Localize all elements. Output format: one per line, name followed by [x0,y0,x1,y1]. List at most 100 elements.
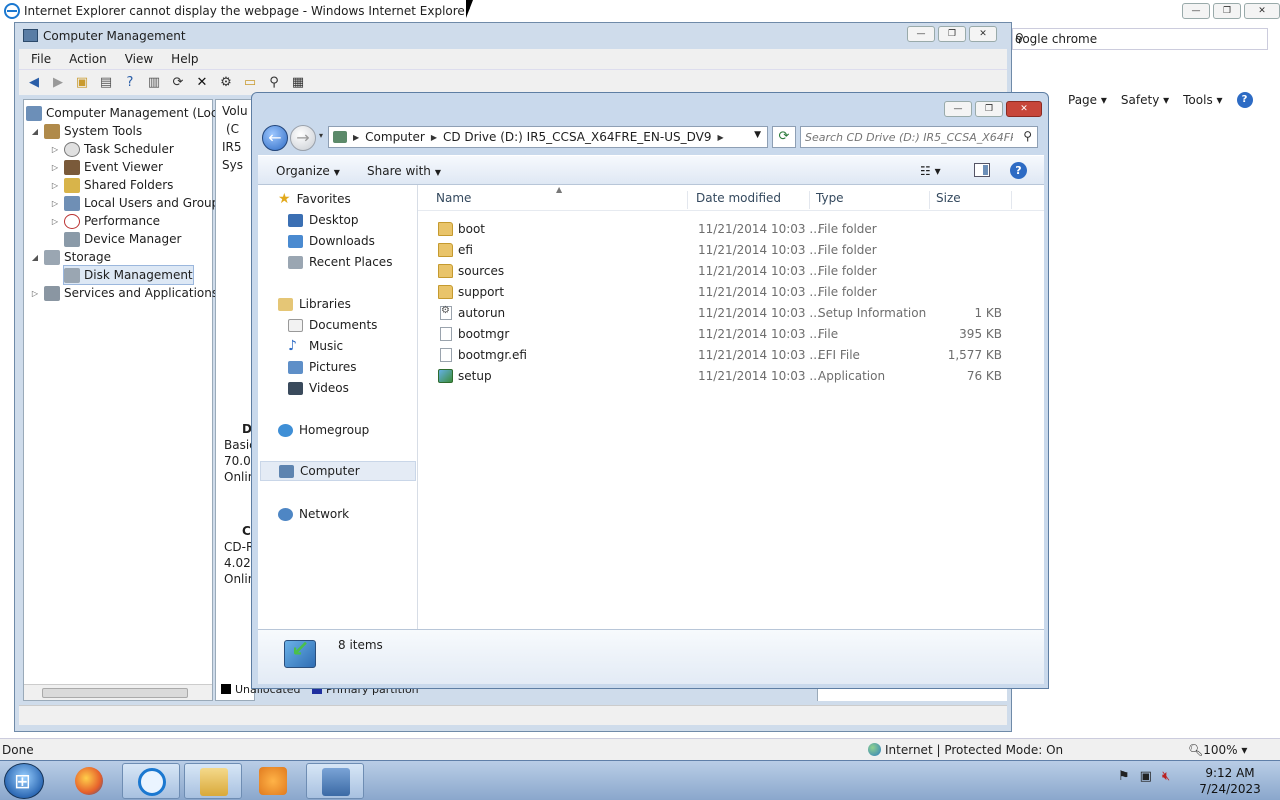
preview-pane-icon[interactable] [974,163,990,177]
breadcrumb-separator-icon[interactable]: ▶ [353,133,359,142]
nav-documents[interactable]: Documents [288,315,377,335]
search-icon[interactable]: ⚲ [1023,129,1032,143]
help-icon[interactable]: ? [1236,92,1253,108]
volume-column-header[interactable]: Volu [222,104,248,118]
file-row[interactable]: bootmgr 11/21/2014 10:03 ... File 395 KB [418,324,1044,345]
taskbar-internet-explorer[interactable] [122,763,180,799]
taskbar-computer-management[interactable] [306,763,364,799]
tree-item-system-tools[interactable]: ◢ System Tools [30,122,142,140]
ie-title-bar[interactable]: Internet Explorer cannot display the web… [0,0,1280,22]
tree-item-task-scheduler[interactable]: ▷ Task Scheduler [50,140,174,158]
ie-close-button[interactable]: ✕ [1244,3,1280,19]
collapse-arrow-icon[interactable]: ◢ [30,253,40,262]
ie-tools-menu[interactable]: Tools ▾ [1183,93,1222,107]
ie-search-box[interactable]: oogle chrome ⚲ [1012,28,1268,50]
help-icon[interactable]: ? [121,74,139,92]
nav-desktop[interactable]: Desktop [288,210,359,230]
cm-maximize-button[interactable]: ❐ [938,26,966,42]
cd-rom-label[interactable]: C [242,524,251,538]
taskbar-media-player[interactable] [244,763,302,799]
taskbar-firefox[interactable] [60,763,118,799]
properties-icon[interactable]: ▥ [145,74,163,92]
explorer-search-input[interactable] [805,129,1013,145]
nav-downloads[interactable]: Downloads [288,231,375,251]
settings-icon[interactable]: ⚙ [217,74,235,92]
tree-item-shared-folders[interactable]: ▷ Shared Folders [50,176,173,194]
column-size[interactable]: Size [936,191,1012,209]
breadcrumb-separator-icon[interactable]: ▶ [431,133,437,142]
expand-arrow-icon[interactable]: ▷ [50,163,60,172]
tree-item-device-manager[interactable]: Device Manager [64,230,181,248]
volume-system[interactable]: Sys [222,158,243,172]
file-row[interactable]: efi 11/21/2014 10:03 ... File folder [418,240,1044,261]
delete-icon[interactable]: ✕ [193,74,211,92]
expand-arrow-icon[interactable]: ▷ [50,145,60,154]
address-dropdown-icon[interactable]: ▼ [754,130,761,140]
tree-item-services-applications[interactable]: ▷ Services and Applications [30,284,218,302]
cm-minimize-button[interactable]: — [907,26,935,42]
nav-music[interactable]: ♪ Music [288,336,343,356]
nav-favorites[interactable]: ★ Favorites [278,189,351,209]
ie-security-zone[interactable]: Internet | Protected Mode: On [868,743,1063,757]
network-icon[interactable]: ▣ [1140,769,1152,784]
forward-button[interactable]: → [290,125,316,151]
column-name[interactable]: Name [436,191,688,209]
expand-arrow-icon[interactable]: ▷ [50,181,60,190]
tree-item-event-viewer[interactable]: ▷ Event Viewer [50,158,163,176]
system-clock[interactable]: 9:12 AM 7/24/2023 [1190,765,1270,797]
expand-arrow-icon[interactable]: ▷ [50,217,60,226]
search-icon[interactable]: ⚲ [1015,31,1261,45]
back-button[interactable]: ← [262,125,288,151]
taskbar-windows-explorer[interactable] [184,763,242,799]
disk-properties-icon[interactable]: ▦ [289,74,307,92]
nav-libraries[interactable]: Libraries [278,294,351,314]
menu-action[interactable]: Action [69,52,107,66]
ie-safety-menu[interactable]: Safety ▾ [1121,93,1169,107]
tree-item-storage[interactable]: ◢ Storage [30,248,111,266]
scrollbar-thumb[interactable] [42,688,188,698]
breadcrumb-separator-icon[interactable]: ▶ [717,133,723,142]
cm-close-button[interactable]: ✕ [969,26,997,42]
menu-view[interactable]: View [125,52,153,66]
nav-network[interactable]: Network [278,504,349,524]
address-bar[interactable]: ▶ Computer ▶ CD Drive (D:) IR5_CCSA_X64F… [328,126,768,148]
organize-button[interactable]: Organize ▼ [276,164,340,178]
expand-arrow-icon[interactable]: ▷ [30,289,40,298]
nav-homegroup[interactable]: Homegroup [278,420,369,440]
nav-recent-places[interactable]: Recent Places [288,252,392,272]
open-folder-icon[interactable]: ▭ [241,74,259,92]
search-icon[interactable]: ⚲ [265,74,283,92]
ie-zoom-level[interactable]: 🔍︎100% ▾ [1188,743,1247,757]
tree-item-performance[interactable]: ▷ Performance [50,212,160,230]
volume-c[interactable]: (C [226,122,239,136]
forward-arrow-icon[interactable]: ▶ [49,74,67,92]
file-row[interactable]: support 11/21/2014 10:03 ... File folder [418,282,1044,303]
tree-item-computer-management[interactable]: Computer Management (Local [26,104,228,122]
back-arrow-icon[interactable]: ◀ [25,74,43,92]
nav-videos[interactable]: Videos [288,378,349,398]
breadcrumb-computer[interactable]: Computer [365,130,425,144]
help-icon[interactable]: ? [1010,162,1027,179]
file-row[interactable]: boot 11/21/2014 10:03 ... File folder [418,219,1044,240]
refresh-icon[interactable]: ⟳ [169,74,187,92]
show-hide-tree-icon[interactable]: ▤ [97,74,115,92]
column-date-modified[interactable]: Date modified [696,191,810,209]
nav-pictures[interactable]: Pictures [288,357,357,377]
file-row[interactable]: bootmgr.efi 11/21/2014 10:03 ... EFI File 1… [418,345,1044,366]
recent-pages-icon[interactable]: ▾ [316,131,326,141]
collapse-arrow-icon[interactable]: ◢ [30,127,40,136]
nav-computer[interactable]: Computer [260,461,416,481]
explorer-close-button[interactable]: ✕ [1006,101,1042,117]
tree-horizontal-scrollbar[interactable] [24,684,212,700]
menu-help[interactable]: Help [171,52,198,66]
file-row[interactable]: sources 11/21/2014 10:03 ... File folder [418,261,1044,282]
volume-muted-icon[interactable]: 🔇︎ [1162,769,1170,784]
up-folder-icon[interactable]: ▣ [73,74,91,92]
tree-item-disk-management[interactable]: Disk Management [63,265,194,285]
file-row[interactable]: setup 11/21/2014 10:03 ... Application 76 K… [418,366,1044,387]
explorer-maximize-button[interactable]: ❐ [975,101,1003,117]
menu-file[interactable]: File [31,52,51,66]
expand-arrow-icon[interactable]: ▷ [50,199,60,208]
cm-title-bar[interactable]: Computer Management — ❐ ✕ [15,23,1011,49]
breadcrumb-cd-drive[interactable]: CD Drive (D:) IR5_CCSA_X64FRE_EN-US_DV9 [443,130,712,144]
